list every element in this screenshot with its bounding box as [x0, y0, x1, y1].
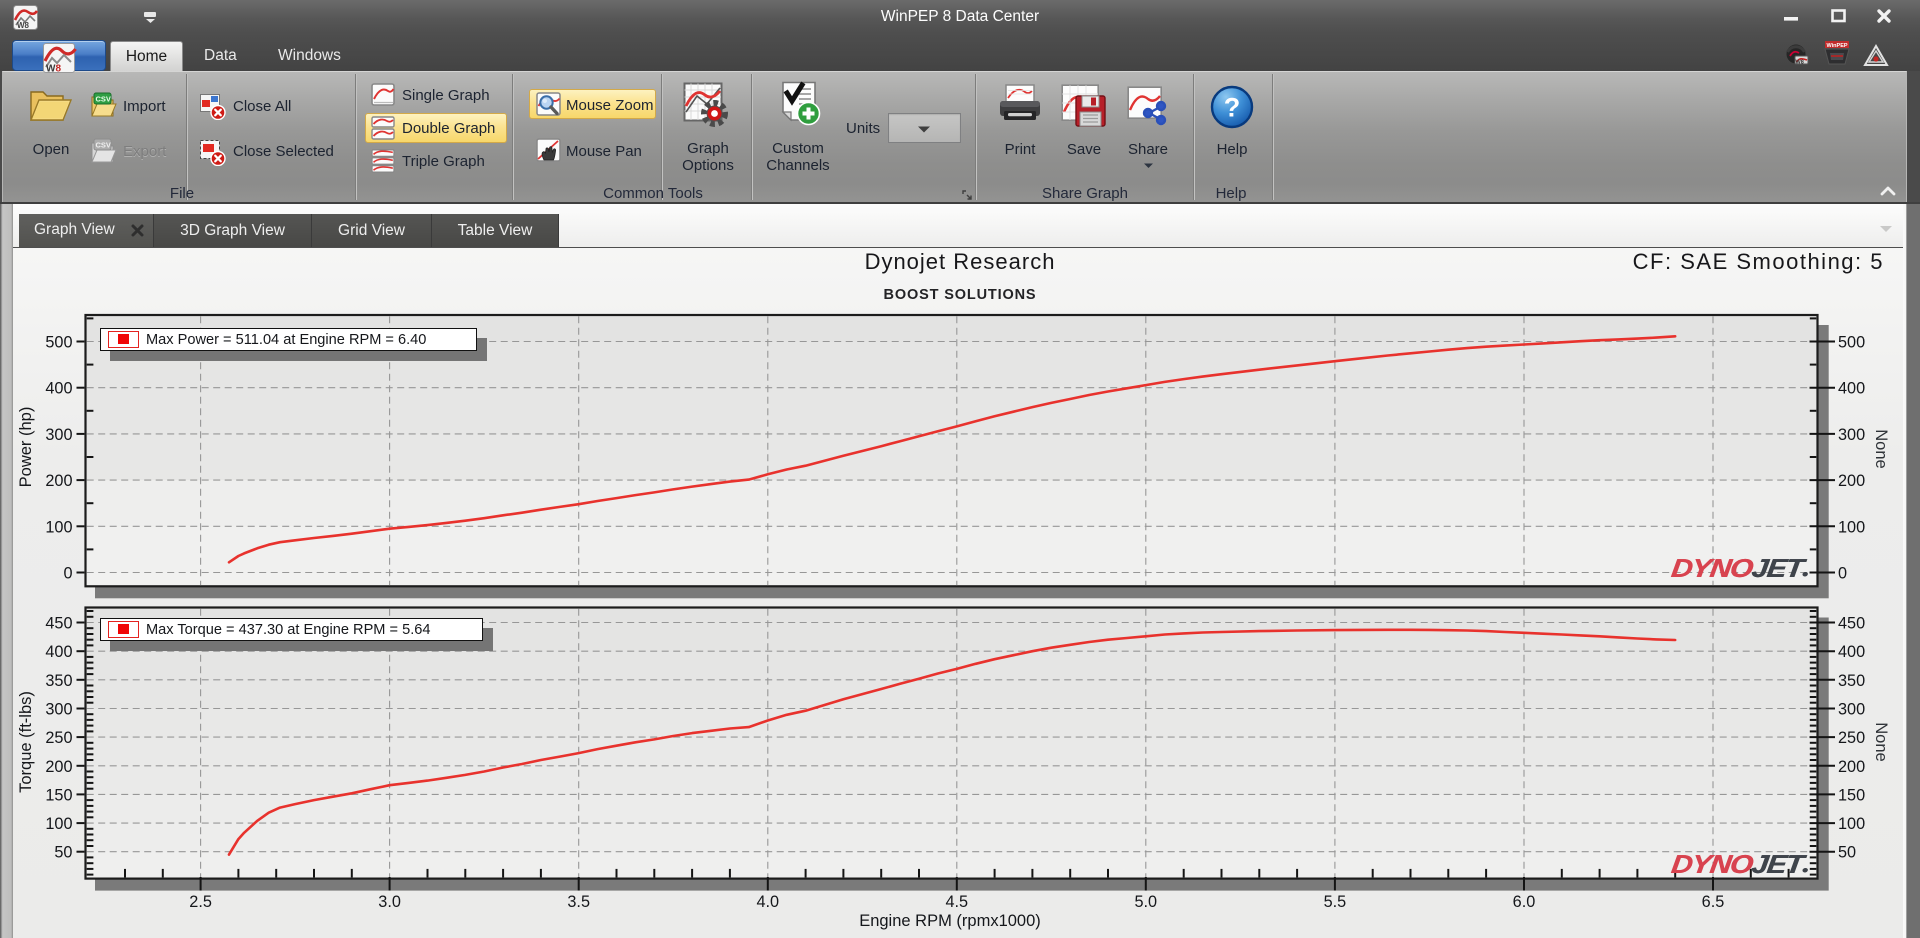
svg-text:200: 200 [45, 758, 72, 776]
svg-text:250: 250 [45, 729, 72, 747]
svg-text:150: 150 [1838, 786, 1865, 804]
svg-text:0: 0 [1838, 565, 1847, 583]
svg-text:300: 300 [45, 701, 72, 719]
svg-text:100: 100 [45, 815, 72, 833]
svg-text:6.5: 6.5 [1702, 893, 1725, 911]
svg-text:300: 300 [1838, 701, 1865, 719]
svg-text:400: 400 [1838, 643, 1865, 661]
svg-text:None: None [1872, 722, 1890, 761]
svg-text:200: 200 [1838, 758, 1865, 776]
svg-text:4.0: 4.0 [756, 893, 779, 911]
svg-text:Torque (ft-lbs): Torque (ft-lbs) [17, 691, 35, 793]
svg-text:5.0: 5.0 [1134, 893, 1157, 911]
svg-text:3.0: 3.0 [378, 893, 401, 911]
svg-text:150: 150 [45, 786, 72, 804]
svg-text:200: 200 [1838, 472, 1865, 490]
svg-text:0: 0 [63, 565, 72, 583]
svg-text:350: 350 [45, 672, 72, 690]
svg-text:2.5: 2.5 [189, 893, 212, 911]
svg-text:3.5: 3.5 [567, 893, 590, 911]
svg-text:500: 500 [1838, 334, 1865, 352]
svg-text:100: 100 [1838, 518, 1865, 536]
svg-text:Power (hp): Power (hp) [17, 407, 35, 488]
svg-text:50: 50 [1838, 844, 1856, 862]
svg-text:5.5: 5.5 [1324, 893, 1347, 911]
svg-text:200: 200 [45, 472, 72, 490]
svg-text:250: 250 [1838, 729, 1865, 747]
svg-text:100: 100 [1838, 815, 1865, 833]
svg-text:300: 300 [45, 426, 72, 444]
svg-text:400: 400 [45, 643, 72, 661]
svg-text:450: 450 [1838, 615, 1865, 633]
svg-text:100: 100 [45, 518, 72, 536]
svg-text:Engine RPM (rpmx1000): Engine RPM (rpmx1000) [859, 912, 1041, 930]
svg-text:6.0: 6.0 [1513, 893, 1536, 911]
svg-text:450: 450 [45, 615, 72, 633]
svg-text:300: 300 [1838, 426, 1865, 444]
svg-text:400: 400 [1838, 380, 1865, 398]
svg-text:4.5: 4.5 [945, 893, 968, 911]
svg-text:350: 350 [1838, 672, 1865, 690]
svg-text:400: 400 [45, 380, 72, 398]
svg-text:50: 50 [54, 844, 72, 862]
svg-text:500: 500 [45, 334, 72, 352]
svg-text:None: None [1872, 429, 1890, 468]
